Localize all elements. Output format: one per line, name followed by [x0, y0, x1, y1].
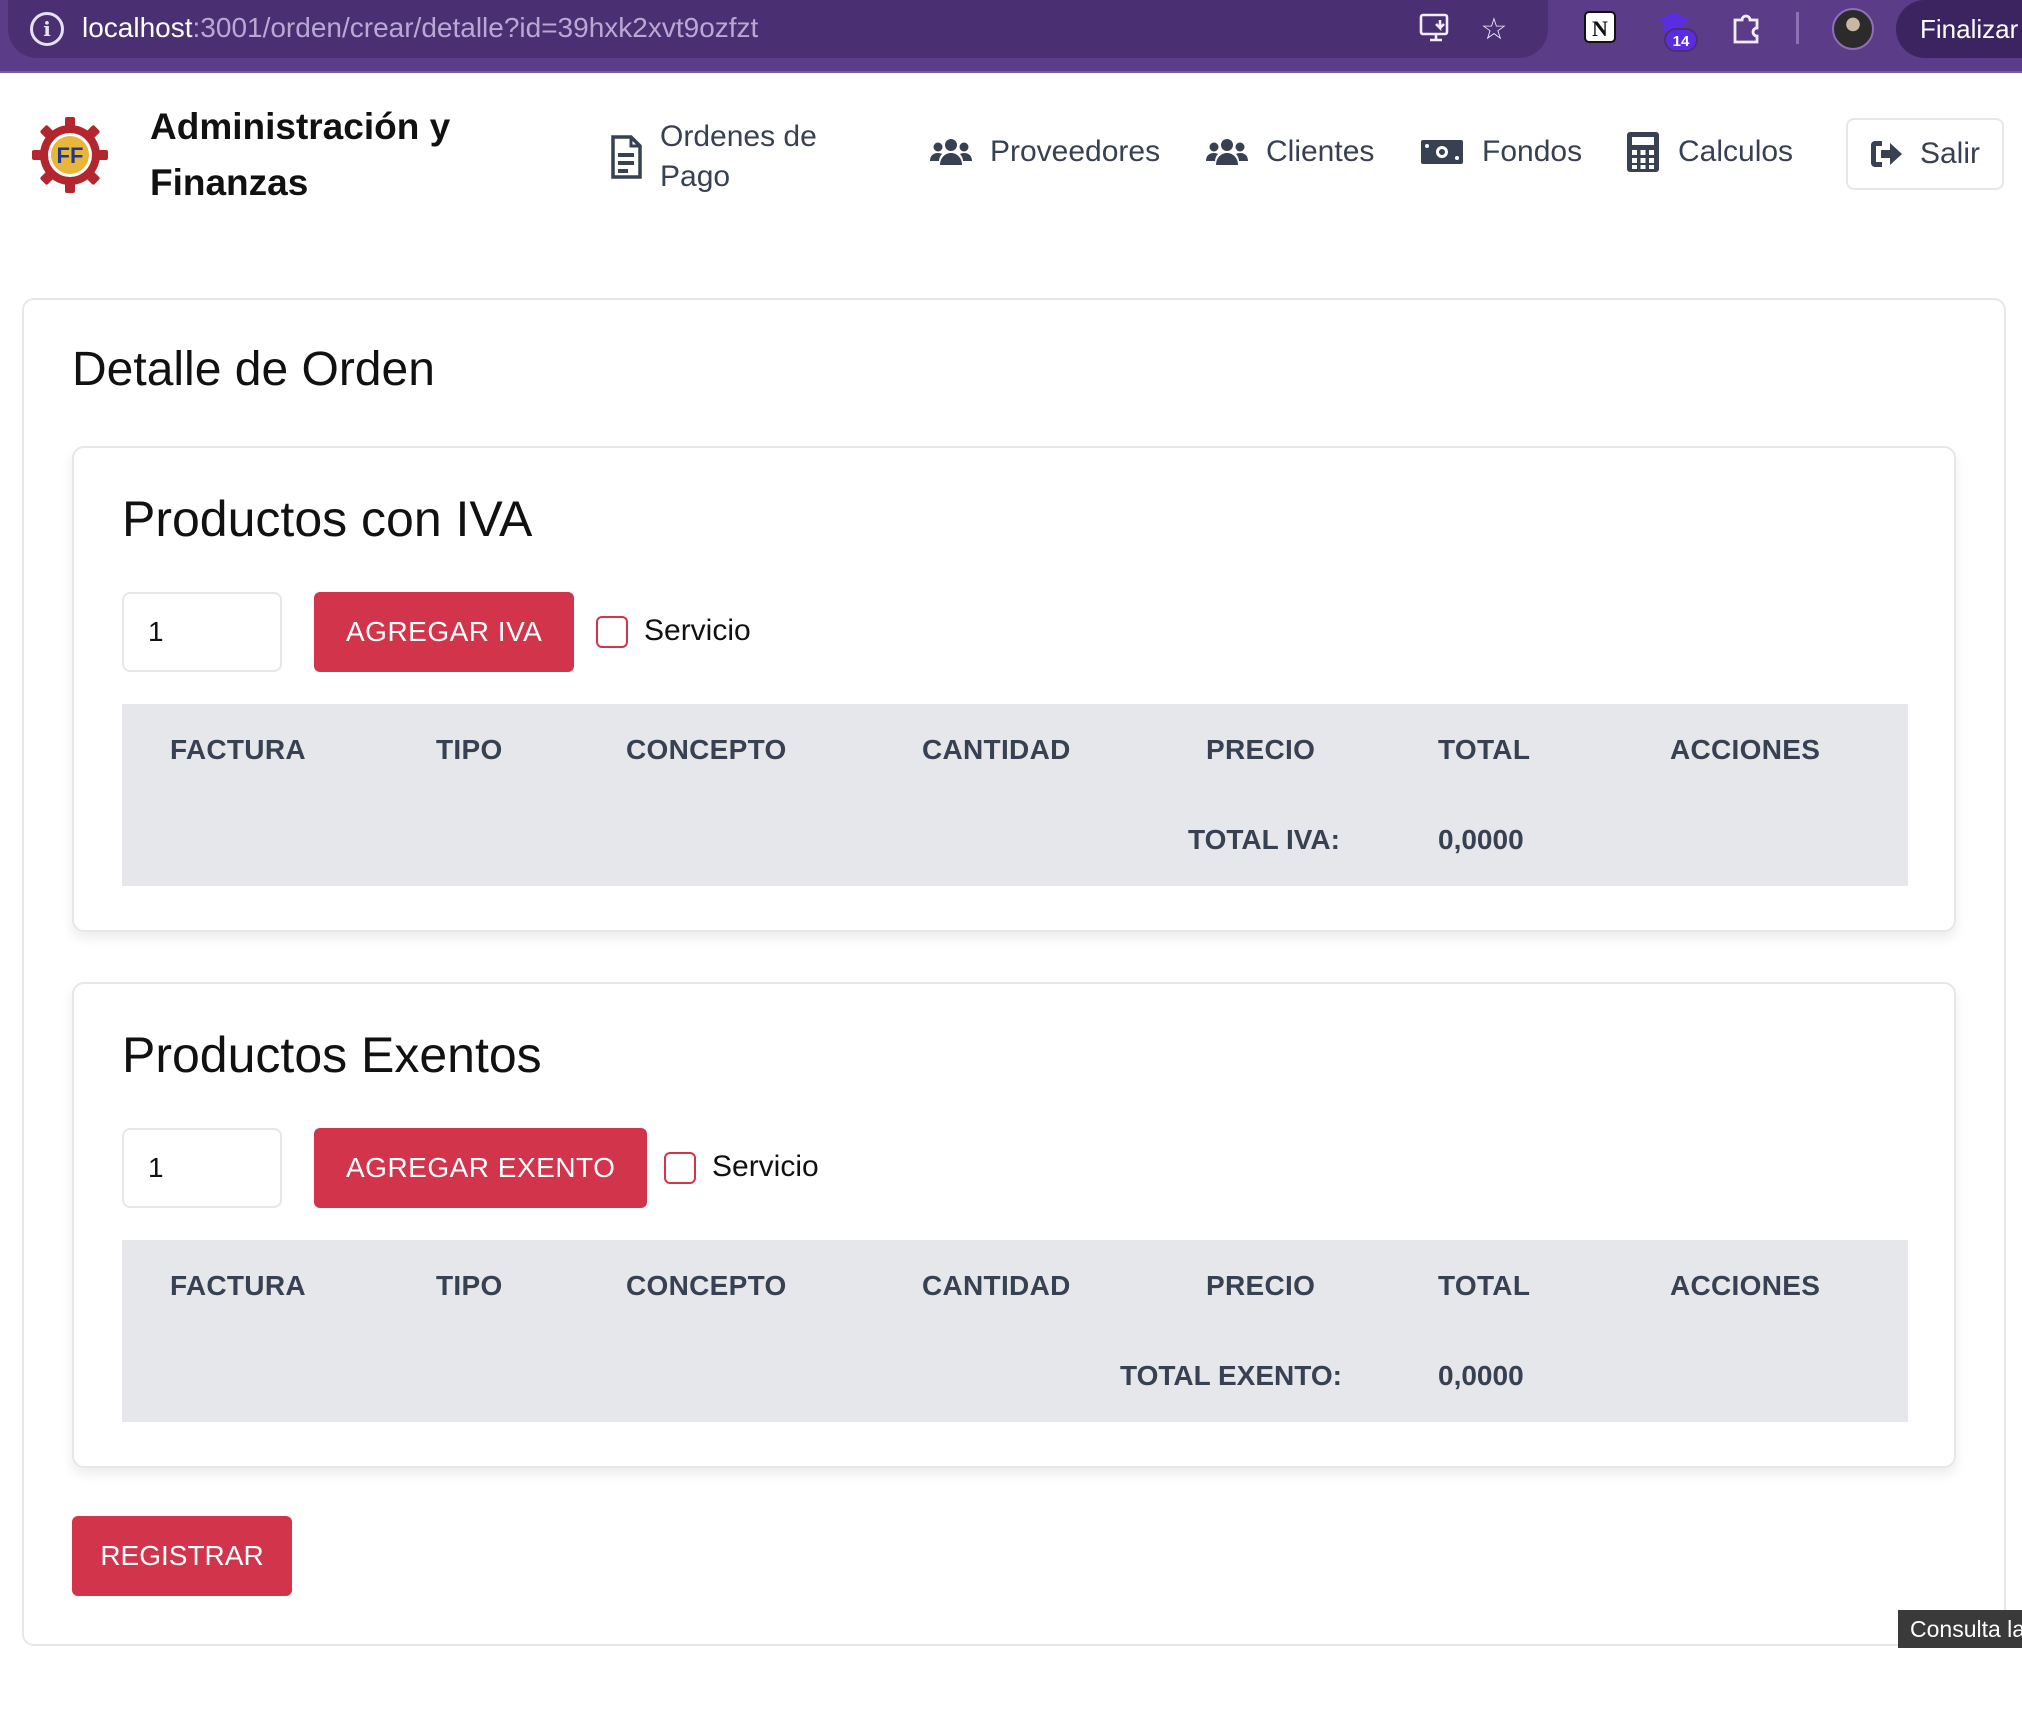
- install-app-icon[interactable]: [1416, 10, 1456, 50]
- site-info-icon[interactable]: i: [30, 12, 64, 46]
- file-invoice-icon: [611, 135, 642, 179]
- iva-service-label[interactable]: Servicio: [644, 614, 751, 648]
- total-exento-value: 0,0000: [1438, 1360, 1524, 1391]
- col-header-factura: FACTURA: [170, 1270, 306, 1301]
- col-header-total-label: TOTAL: [1438, 734, 1531, 765]
- nav-calculos[interactable]: Calculos: [1626, 131, 1793, 173]
- calculator-icon: [1627, 132, 1659, 172]
- nav-label-fondos: Fondos: [1482, 135, 1583, 168]
- exento-quantity-input[interactable]: [122, 1128, 282, 1208]
- iva-service-checkbox[interactable]: [596, 616, 628, 648]
- logout-button[interactable]: Salir: [1846, 118, 2004, 190]
- nav-label-calculos: Calculos: [1678, 135, 1794, 168]
- col-header-acciones: ACCIONES: [1670, 734, 1821, 765]
- add-exento-button[interactable]: AGREGAR EXENTO: [314, 1128, 648, 1208]
- col-header-tipo: TIPO: [436, 1270, 503, 1301]
- add-iva-button[interactable]: AGREGAR IVA: [314, 592, 575, 672]
- col-header-cantidad: CANTIDAD: [922, 1270, 1071, 1301]
- url-path: :3001/orden/crear/detalle?id=39hxk2xvt9o…: [192, 12, 759, 43]
- total-iva-label: TOTAL IVA:: [1188, 824, 1340, 855]
- exento-section-title: Productos Exentos: [122, 1027, 542, 1083]
- url-host: localhost: [82, 12, 193, 43]
- svg-text:N: N: [1592, 16, 1608, 41]
- app-logo[interactable]: FF: [30, 115, 110, 195]
- logout-label: Salir: [1919, 137, 1980, 170]
- profile-avatar[interactable]: [1832, 8, 1874, 50]
- finalize-update-button[interactable]: Finalizar: [1896, 0, 2022, 58]
- app-navbar: FF Administración y Finanzas Ordenes de …: [0, 73, 2022, 233]
- col-header-concepto: CONCEPTO: [626, 1270, 787, 1301]
- register-button[interactable]: REGISTRAR: [72, 1516, 292, 1596]
- url-text[interactable]: localhost:3001/orden/crear/detalle?id=39…: [82, 10, 758, 46]
- col-header-total: TOTAL: [1438, 1270, 1531, 1301]
- brand-title[interactable]: Administración y Finanzas: [150, 99, 490, 211]
- exento-products-section: Productos Exentos AGREGAR EXENTO Servici…: [72, 982, 1956, 1468]
- exento-service-label[interactable]: Servicio: [712, 1150, 819, 1184]
- tooltip: Consulta la: [1898, 1610, 2022, 1648]
- iva-products-table: FACTURA TIPO CONCEPTO CANTIDAD PRECIO TO…: [122, 704, 1908, 886]
- nav-label-proveedores: Proveedores: [990, 135, 1161, 168]
- iva-section-title: Productos con IVA: [122, 491, 533, 547]
- money-bill-icon: [1421, 140, 1463, 164]
- col-header-precio: PRECIO: [1206, 734, 1316, 765]
- svg-text:FF: FF: [57, 143, 84, 168]
- col-header-factura: FACTURA: [170, 734, 306, 765]
- col-header-cantidad: CANTIDAD: [922, 734, 1071, 765]
- col-header-acciones: ACCIONES: [1670, 1270, 1821, 1301]
- nav-proveedores[interactable]: Proveedores: [930, 135, 1160, 169]
- nav-ordenes-de-pago[interactable]: Ordenes de Pago: [610, 117, 850, 197]
- browser-toolbar: i localhost:3001/orden/crear/detalle?id=…: [0, 0, 2022, 73]
- sign-out-icon: [1870, 141, 1902, 167]
- col-header-concepto: CONCEPTO: [626, 734, 787, 765]
- iva-products-section: Productos con IVA AGREGAR IVA Servicio F…: [72, 446, 1956, 932]
- users-icon: [930, 139, 972, 165]
- notion-extension-icon[interactable]: N: [1580, 10, 1620, 50]
- total-exento-label: TOTAL EXENTO:: [1120, 1360, 1342, 1391]
- bookmark-star-icon[interactable]: ☆: [1474, 10, 1514, 50]
- page-title: Detalle de Orden: [72, 343, 435, 396]
- nav-label-clientes: Clientes: [1266, 135, 1375, 168]
- extension-badge: 14: [1664, 28, 1698, 52]
- col-header-tipo: TIPO: [436, 734, 503, 765]
- toolbar-divider: [1796, 12, 1799, 44]
- col-header-precio: PRECIO: [1206, 1270, 1316, 1301]
- users-icon: [1206, 139, 1248, 165]
- exento-service-checkbox[interactable]: [664, 1152, 696, 1184]
- total-iva-value: 0,0000: [1438, 824, 1524, 855]
- exento-products-table: FACTURA TIPO CONCEPTO CANTIDAD PRECIO TO…: [122, 1240, 1908, 1422]
- nav-clientes[interactable]: Clientes: [1206, 135, 1374, 169]
- nav-fondos[interactable]: Fondos: [1420, 135, 1582, 169]
- nav-label-ordenes: Ordenes de Pago: [660, 120, 817, 193]
- extensions-puzzle-icon[interactable]: [1726, 10, 1766, 50]
- address-bar[interactable]: i localhost:3001/orden/crear/detalle?id=…: [8, 0, 1548, 58]
- iva-quantity-input[interactable]: [122, 592, 282, 672]
